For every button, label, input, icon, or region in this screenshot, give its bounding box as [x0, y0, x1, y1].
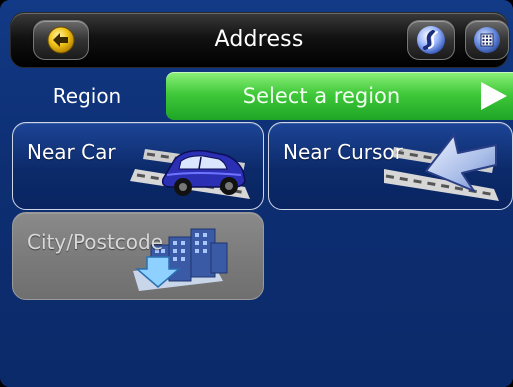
select-region-label: Select a region: [242, 84, 401, 108]
menu-button[interactable]: [465, 20, 509, 60]
near-car-button[interactable]: Near Car: [12, 122, 264, 210]
logo-button[interactable]: [407, 20, 455, 60]
near-cursor-button[interactable]: Near Cursor: [268, 122, 513, 210]
screen: Address Region Select a region Near Car …: [0, 0, 513, 387]
city-postcode-button[interactable]: City/Postcode: [12, 212, 264, 300]
car-icon: [130, 149, 250, 199]
title-bar: Address: [10, 12, 509, 68]
region-label: Region: [52, 84, 122, 108]
select-region-button[interactable]: Select a region: [166, 72, 513, 120]
near-cursor-label: Near Cursor: [283, 140, 403, 164]
play-arrow-icon: [481, 82, 507, 110]
city-postcode-label: City/Postcode: [27, 230, 164, 254]
menu-grid-icon: [474, 27, 500, 53]
brand-logo-icon: [417, 26, 445, 54]
near-car-label: Near Car: [27, 140, 116, 164]
